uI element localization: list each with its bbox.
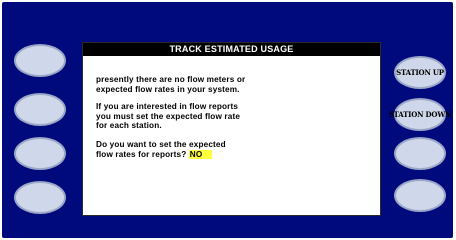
station-down-button[interactable]: STATION DOWN bbox=[389, 98, 451, 131]
message-flow-reports-info: If you are interested in flow reports yo… bbox=[96, 102, 241, 131]
softkey-right-4[interactable] bbox=[394, 179, 446, 212]
station-down-label: STATION DOWN bbox=[388, 110, 452, 119]
answer-field[interactable]: NO bbox=[188, 149, 213, 159]
controller-bezel: TRACK ESTIMATED USAGE presently there ar… bbox=[2, 2, 453, 238]
question-set-flow-rates: Do you want to set the expected flow rat… bbox=[96, 140, 226, 159]
station-up-label: STATION UP bbox=[396, 68, 444, 77]
softkey-left-3[interactable] bbox=[14, 137, 66, 170]
softkey-left-4[interactable] bbox=[14, 181, 66, 214]
station-up-button[interactable]: STATION UP bbox=[394, 56, 446, 89]
screen-title: TRACK ESTIMATED USAGE bbox=[83, 43, 380, 56]
softkey-right-3[interactable] bbox=[394, 137, 446, 170]
softkey-left-2[interactable] bbox=[14, 93, 66, 126]
message-no-flow-meters: presently there are no flow meters or ex… bbox=[96, 75, 246, 94]
lcd-screen: TRACK ESTIMATED USAGE presently there ar… bbox=[82, 42, 381, 216]
softkey-left-1[interactable] bbox=[14, 44, 66, 77]
